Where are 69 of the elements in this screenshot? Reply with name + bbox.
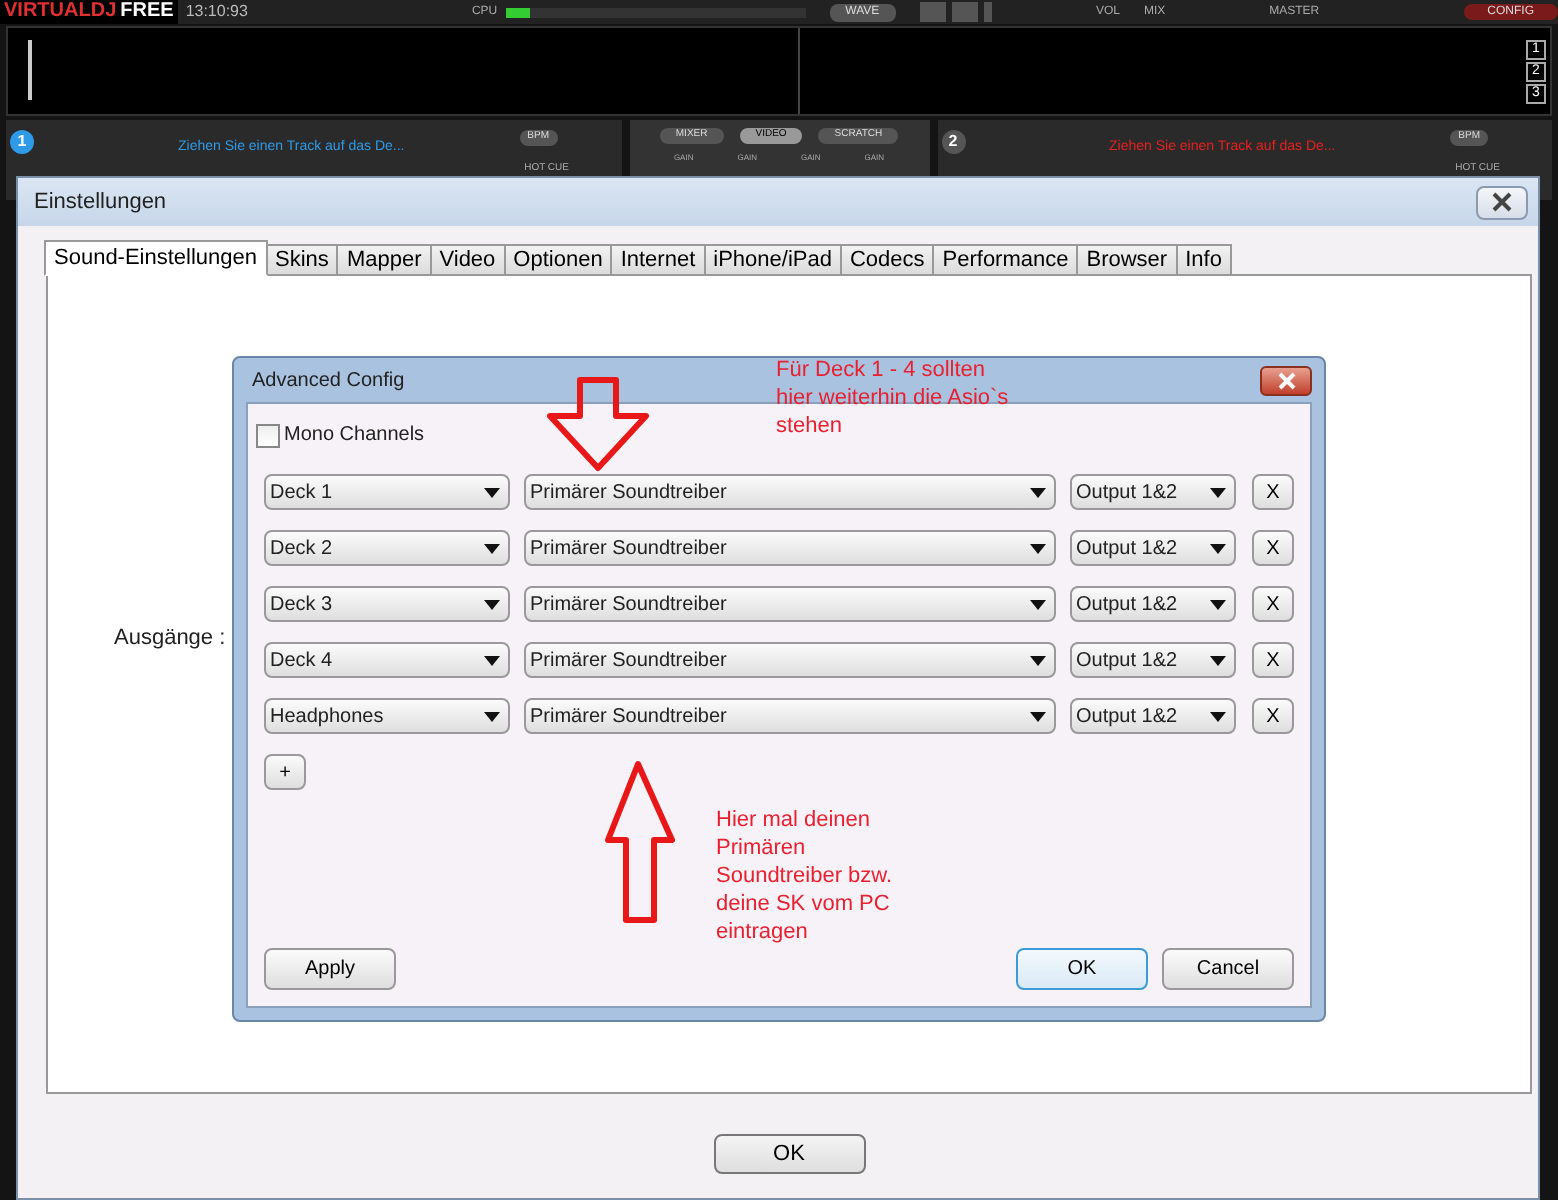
- dropdown[interactable]: Output 1&2: [1070, 698, 1236, 734]
- dropdown[interactable]: Headphones: [264, 698, 510, 734]
- caret-icon: [484, 487, 500, 497]
- mono-channels-checkbox[interactable]: [256, 423, 280, 447]
- caret-icon: [484, 543, 500, 553]
- dropdown[interactable]: Primärer Soundtreiber: [524, 586, 1056, 622]
- dropdown[interactable]: Primärer Soundtreiber: [524, 474, 1056, 510]
- app-logo: VIRTUALDJ FREE: [0, 0, 178, 24]
- close-icon: [1277, 371, 1295, 389]
- settings-tab[interactable]: Optionen: [503, 244, 613, 276]
- caret-icon: [484, 655, 500, 665]
- caret-icon: [1030, 543, 1046, 553]
- caret-icon: [1030, 599, 1046, 609]
- settings-tab[interactable]: Sound-Einstellungen: [44, 240, 268, 276]
- cancel-button[interactable]: Cancel: [1162, 948, 1294, 990]
- dropdown[interactable]: Primärer Soundtreiber: [524, 642, 1056, 678]
- remove-button[interactable]: X: [1252, 530, 1294, 566]
- checkbox-label: Mono Channels: [284, 422, 425, 450]
- settings-tab[interactable]: Browser: [1076, 244, 1178, 276]
- close-icon: [1492, 192, 1512, 212]
- dropdown[interactable]: Output 1&2: [1070, 474, 1236, 510]
- ok-button[interactable]: OK: [713, 1134, 865, 1174]
- window-title: Einstellungen: [34, 187, 167, 218]
- dropdown[interactable]: Deck 3: [264, 586, 510, 622]
- arrow-up-icon: [604, 760, 676, 924]
- outputs-label: Ausgänge :: [114, 624, 226, 654]
- caret-icon: [1210, 487, 1226, 497]
- caret-icon: [1210, 711, 1226, 721]
- settings-tab[interactable]: Performance: [932, 244, 1079, 276]
- add-button[interactable]: +: [264, 754, 306, 790]
- settings-tab[interactable]: Internet: [610, 244, 706, 276]
- annotation-text: Für Deck 1 - 4 sollten hier weiterhin die Asio`s stehen: [776, 356, 1011, 440]
- deck-number: 1: [10, 130, 34, 154]
- remove-button[interactable]: X: [1252, 642, 1294, 678]
- dropdown[interactable]: Primärer Soundtreiber: [524, 698, 1056, 734]
- caret-icon: [1030, 711, 1046, 721]
- playhead-marker: [28, 40, 32, 100]
- clock-text: 13:10:93: [185, 0, 248, 24]
- caret-icon: [1210, 543, 1226, 553]
- caret-icon: [484, 599, 500, 609]
- caret-icon: [1030, 655, 1046, 665]
- caret-icon: [1210, 655, 1226, 665]
- remove-button[interactable]: X: [1252, 586, 1294, 622]
- level-meter-drawing: [919, 2, 992, 22]
- dropdown[interactable]: Deck 1: [264, 474, 510, 510]
- dropdown[interactable]: Deck 4: [264, 642, 510, 678]
- settings-tab[interactable]: Mapper: [336, 244, 432, 276]
- remove-button[interactable]: X: [1252, 474, 1294, 510]
- caret-icon: [1030, 487, 1046, 497]
- settings-tab[interactable]: Info: [1175, 244, 1232, 276]
- close-button[interactable]: [1476, 185, 1528, 219]
- dropdown[interactable]: Output 1&2: [1070, 530, 1236, 566]
- arrow-down-icon: [544, 376, 652, 472]
- settings-tab[interactable]: Video: [429, 244, 506, 276]
- settings-tab[interactable]: iPhone/iPad: [703, 244, 842, 276]
- dialog-title: Advanced Config: [252, 367, 405, 395]
- apply-button[interactable]: Apply: [264, 948, 396, 990]
- deck-number: 2: [941, 130, 965, 154]
- dropdown[interactable]: Deck 2: [264, 530, 510, 566]
- dropdown[interactable]: Output 1&2: [1070, 642, 1236, 678]
- settings-tab[interactable]: Codecs: [839, 244, 935, 276]
- annotation-text: Hier mal deinen Primären Soundtreiber bzw. deine SK vom PC eintragen: [716, 806, 895, 946]
- ok-button[interactable]: OK: [1016, 948, 1148, 990]
- caret-icon: [484, 711, 500, 721]
- dropdown[interactable]: Primärer Soundtreiber: [524, 530, 1056, 566]
- dropdown[interactable]: Output 1&2: [1070, 586, 1236, 622]
- remove-button[interactable]: X: [1252, 698, 1294, 734]
- caret-icon: [1210, 599, 1226, 609]
- close-button[interactable]: [1260, 365, 1312, 395]
